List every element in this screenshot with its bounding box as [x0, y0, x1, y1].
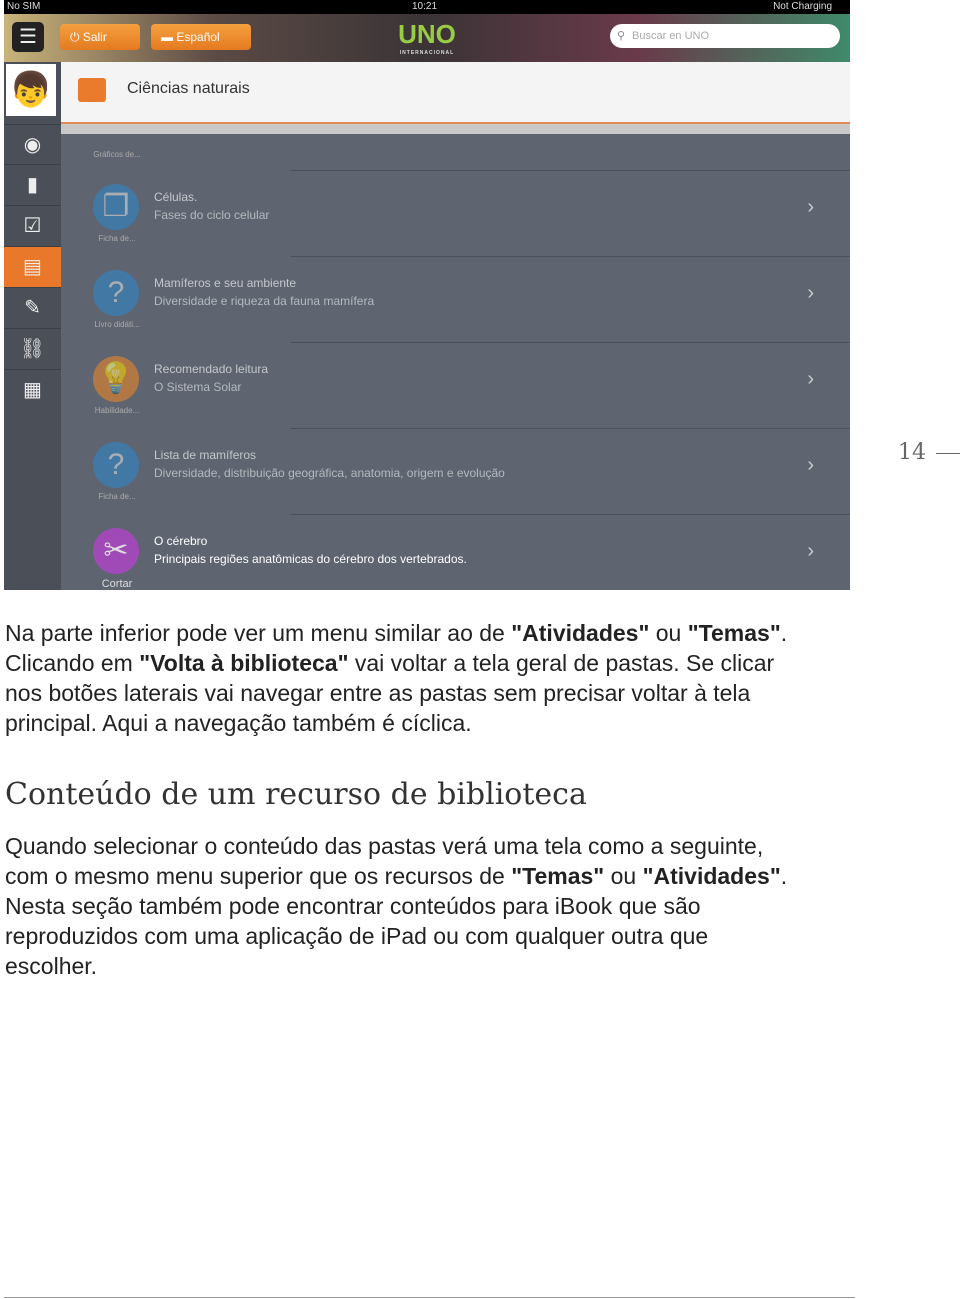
list-item[interactable]: ✂ Cortar O cérebro Principais regiões an…: [61, 514, 850, 590]
item-subtitle: Fases do ciclo celular: [154, 208, 270, 222]
qr-icon[interactable]: ▦: [4, 369, 61, 410]
list-item[interactable]: ? Livro didáti... Mamíferos e seu ambien…: [61, 256, 850, 342]
section-title: Ciências naturais: [127, 80, 250, 97]
search-input[interactable]: ⚲ Buscar en UNO: [610, 24, 840, 48]
item-title: Recomendado leitura: [154, 362, 269, 376]
language-button[interactable]: ▬ Español: [151, 24, 251, 50]
section-heading: Conteúdo de um recurso de biblioteca: [5, 777, 587, 812]
item-title: O cérebro: [154, 534, 208, 548]
chevron-right-icon[interactable]: ›: [807, 454, 814, 477]
library-icon[interactable]: ▤: [4, 246, 61, 287]
book-icon[interactable]: ▮: [4, 164, 61, 205]
exit-button[interactable]: ⏻ Salir: [60, 24, 140, 50]
item-title: Células.: [154, 190, 198, 204]
resource-type-label: Ficha de...: [98, 492, 136, 501]
section-title-bar: Ciências naturais: [61, 62, 850, 124]
item-title: Lista de mamíferos: [154, 448, 257, 462]
chevron-right-icon[interactable]: ›: [807, 282, 814, 305]
item-subtitle: O Sistema Solar: [154, 380, 242, 394]
lightbulb-icon: 💡: [93, 356, 139, 402]
row-divider: [291, 514, 850, 515]
link-icon[interactable]: ⛓: [4, 328, 61, 369]
carrier: No SIM: [7, 1, 41, 12]
list-item[interactable]: ❐ Ficha de... Células. Fases do ciclo ce…: [61, 170, 850, 256]
page-number-rule: [936, 453, 960, 454]
chevron-right-icon[interactable]: ›: [807, 368, 814, 391]
folders-icon: ❐: [93, 184, 139, 230]
resource-type-label: Habilidade...: [94, 406, 140, 415]
scissors-icon: ✂: [93, 528, 139, 574]
question-icon: ?: [93, 270, 139, 316]
app-screenshot: No SIM 10:21 Not Charging ☰ ⏻ Salir ▬ Es…: [4, 0, 850, 590]
chevron-right-icon[interactable]: ›: [807, 540, 814, 563]
folder-icon: ▬: [161, 30, 177, 44]
resource-type-label: Livro didáti...: [94, 320, 140, 329]
chevron-right-icon[interactable]: ›: [807, 196, 814, 219]
library-icon: [78, 78, 106, 102]
clock: 10:21: [412, 1, 438, 12]
list-item-label: Gráficos de...: [93, 150, 141, 159]
rss-icon[interactable]: ◉: [4, 124, 61, 165]
row-divider: [291, 170, 850, 171]
row-divider: [291, 342, 850, 343]
search-icon: ⚲: [617, 30, 626, 42]
paragraph-1: Na parte inferior pode ver um menu simil…: [5, 620, 788, 736]
menu-icon[interactable]: ☰: [12, 22, 44, 52]
item-title: Mamíferos e seu ambiente: [154, 276, 297, 290]
sidebar: 👦 ◉ ▮ ☑ ▤ ✎ ⛓ ▦: [4, 62, 61, 590]
resource-type-label: Cortar: [101, 578, 133, 590]
page-number: 14: [898, 440, 926, 465]
list-item[interactable]: 💡 Habilidade... Recomendado leitura O Si…: [61, 342, 850, 428]
checklist-icon[interactable]: ☑: [4, 205, 61, 246]
row-divider: [291, 428, 850, 429]
footer-rule: [4, 1297, 855, 1298]
question-icon: ?: [93, 442, 139, 488]
avatar[interactable]: 👦: [6, 64, 56, 116]
edit-icon[interactable]: ✎: [4, 287, 61, 328]
list-item[interactable]: ? Ficha de... Lista de mamíferos Diversi…: [61, 428, 850, 514]
battery-status: Not Charging: [773, 1, 832, 12]
item-subtitle: Principais regiões anatômicas do cérebro…: [154, 552, 467, 566]
item-subtitle: Diversidade e riqueza da fauna mamífera: [154, 294, 375, 308]
status-bar: No SIM 10:21 Not Charging: [4, 0, 850, 14]
item-subtitle: Diversidade, distribuição geográfica, an…: [154, 466, 505, 480]
uno-logo: UNO INTERNACIONAL: [398, 19, 456, 56]
row-divider: [291, 256, 850, 257]
app-header: ☰ ⏻ Salir ▬ Español UNO INTERNACIONAL ⚲ Bu…: [4, 14, 850, 62]
power-icon: ⏻: [70, 30, 83, 44]
subheader: [61, 124, 850, 134]
paragraph-2: Quando selecionar o conteúdo das pastas …: [5, 833, 788, 979]
resource-type-label: Ficha de...: [98, 234, 136, 243]
